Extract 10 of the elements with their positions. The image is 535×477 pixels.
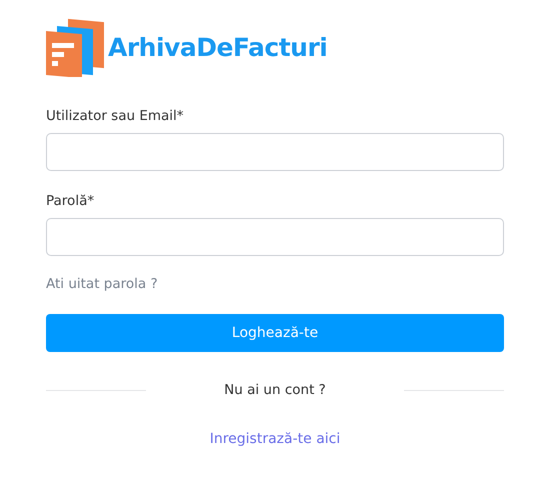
logo-text: ArhivaDeFacturi [108,32,328,62]
logo-icon [46,17,104,77]
forgot-password-link[interactable]: Ati uitat parola ? [46,276,158,292]
input-field[interactable] [46,133,504,171]
field-label: Parolă* [46,193,96,209]
input-field[interactable] [46,218,504,256]
register-link[interactable]: Inregistrază-te aici [210,431,340,447]
field-label: Utilizator sau Email* [46,108,185,124]
divider-text: Nu ai un cont ? [223,382,327,398]
login-button[interactable]: Loghează-te [46,314,504,352]
